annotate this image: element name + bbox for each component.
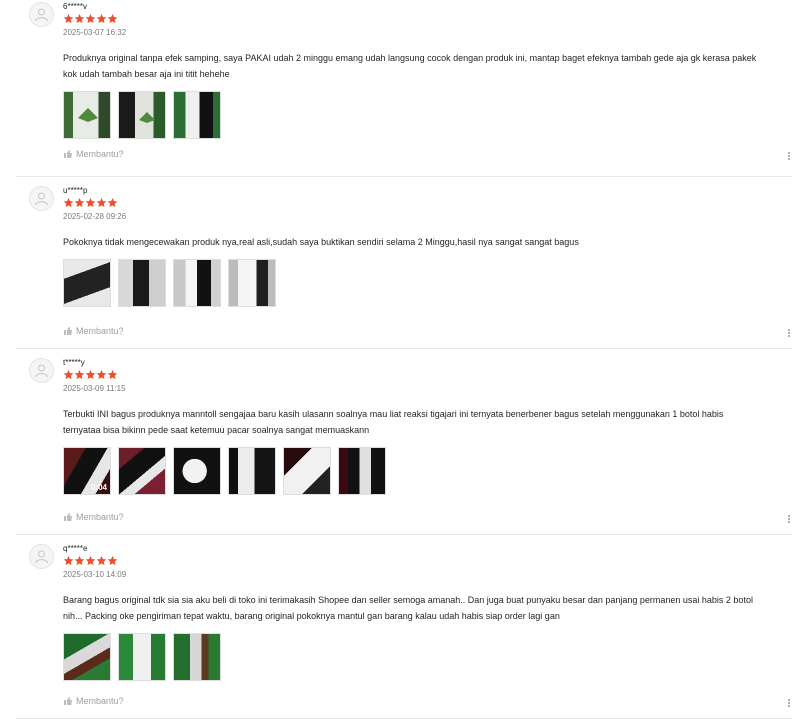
star-icon: [85, 197, 96, 208]
star-icon: [63, 555, 74, 566]
review-media: [63, 633, 792, 681]
helpful-label: Membantu?: [76, 149, 124, 159]
more-options-icon[interactable]: [788, 151, 792, 161]
star-icon: [107, 13, 118, 24]
review-item: q*****e 2025-03-10 14:09 Barang bagus or…: [16, 535, 792, 719]
review-photo[interactable]: [228, 259, 276, 307]
rating-stars: [63, 369, 792, 383]
review-photo[interactable]: [118, 447, 166, 495]
star-icon: [96, 555, 107, 566]
review-photo[interactable]: [173, 259, 221, 307]
star-icon: [74, 197, 85, 208]
star-icon: [96, 13, 107, 24]
review-photo[interactable]: [173, 91, 221, 139]
video-duration: 0:04: [90, 483, 107, 492]
review-item: 6*****v 2025-03-07 16:32 Produknya origi…: [16, 0, 792, 177]
helpful-label: Membantu?: [76, 696, 124, 706]
thumbs-up-icon: [64, 327, 72, 335]
review-username: t*****y: [63, 358, 85, 367]
avatar[interactable]: [29, 358, 54, 383]
star-icon: [63, 197, 74, 208]
avatar[interactable]: [29, 2, 54, 27]
more-options-icon[interactable]: [788, 514, 792, 524]
user-icon: [35, 364, 48, 378]
review-username: 6*****v: [63, 2, 88, 11]
review-photo[interactable]: [228, 447, 276, 495]
review-photo[interactable]: [118, 633, 166, 681]
thumbs-up-icon: [64, 513, 72, 521]
helpful-button[interactable]: Membantu?: [63, 149, 124, 159]
helpful-button[interactable]: Membantu?: [63, 326, 124, 336]
review-photo[interactable]: [118, 259, 166, 307]
review-photo[interactable]: [338, 447, 386, 495]
more-options-icon[interactable]: [788, 328, 792, 338]
helpful-label: Membantu?: [76, 326, 124, 336]
rating-stars: [63, 555, 792, 569]
review-date: 2025-03-07 16:32: [63, 28, 127, 37]
helpful-button[interactable]: Membantu?: [63, 512, 124, 522]
review-item: u*****p 2025-02-28 09:26 Pokoknya tidak …: [16, 177, 792, 349]
review-date: 2025-02-28 09:26: [63, 212, 127, 221]
star-icon: [96, 369, 107, 380]
review-date: 2025-03-10 14:09: [63, 570, 127, 579]
star-icon: [63, 13, 74, 24]
review-username: u*****p: [63, 186, 88, 195]
avatar[interactable]: [29, 544, 54, 569]
review-text: Produknya original tanpa efek samping, s…: [63, 53, 757, 79]
user-icon: [35, 192, 48, 206]
review-text: Pokoknya tidak mengecewakan produk nya,r…: [63, 237, 579, 247]
review-photo[interactable]: [63, 633, 111, 681]
star-icon: [63, 369, 74, 380]
review-photo[interactable]: [283, 447, 331, 495]
review-item: t*****y 2025-03-09 11:15 Terbukti INI ba…: [16, 349, 792, 535]
user-icon: [35, 8, 48, 22]
helpful-label: Membantu?: [76, 512, 124, 522]
star-icon: [85, 369, 96, 380]
thumbs-up-icon: [64, 697, 72, 705]
review-text: Barang bagus original tdk sia sia aku be…: [63, 595, 753, 621]
star-icon: [107, 555, 118, 566]
star-icon: [85, 555, 96, 566]
review-media: [63, 91, 792, 139]
avatar[interactable]: [29, 186, 54, 211]
star-icon: [107, 197, 118, 208]
rating-stars: [63, 197, 792, 211]
review-date: 2025-03-09 11:15: [63, 384, 126, 393]
review-media: 0:04: [63, 447, 792, 495]
star-icon: [74, 13, 85, 24]
review-media: [63, 259, 792, 307]
star-icon: [74, 555, 85, 566]
thumbs-up-icon: [64, 150, 72, 158]
review-text: Terbukti INI bagus produknya manntoll se…: [63, 409, 724, 435]
review-photo[interactable]: [63, 259, 111, 307]
rating-stars: [63, 13, 792, 27]
review-photo[interactable]: [63, 91, 111, 139]
star-icon: [107, 369, 118, 380]
review-video[interactable]: 0:04: [63, 447, 111, 495]
review-photo[interactable]: [173, 633, 221, 681]
review-username: q*****e: [63, 544, 88, 553]
review-photo[interactable]: [173, 447, 221, 495]
review-photo[interactable]: [118, 91, 166, 139]
more-options-icon[interactable]: [788, 698, 792, 708]
helpful-button[interactable]: Membantu?: [63, 696, 124, 706]
user-icon: [35, 550, 48, 564]
star-icon: [74, 369, 85, 380]
star-icon: [85, 13, 96, 24]
star-icon: [96, 197, 107, 208]
